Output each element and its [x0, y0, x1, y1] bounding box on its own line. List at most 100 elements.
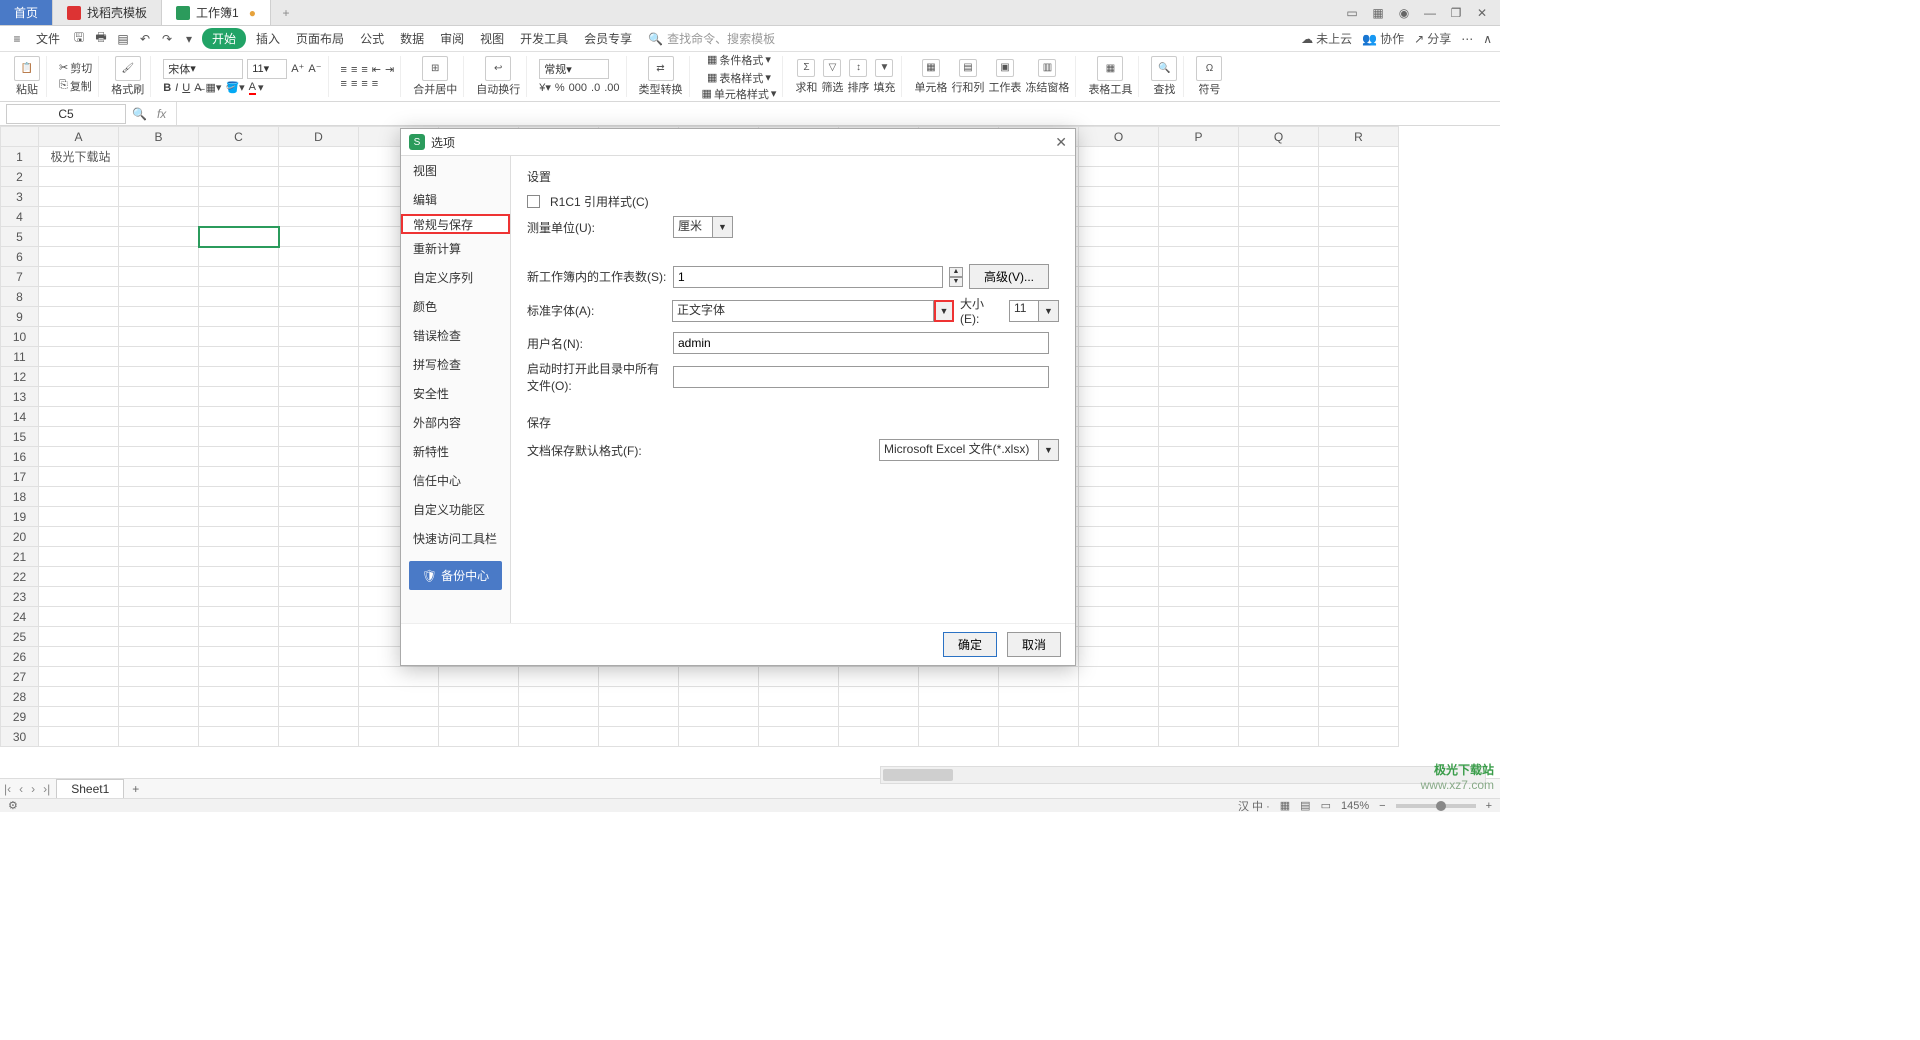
- command-search[interactable]: 🔍 查找命令、搜索模板: [648, 30, 775, 47]
- align-center-icon[interactable]: ≡: [351, 78, 357, 90]
- sidebar-item-spell[interactable]: 拼写检查: [401, 350, 510, 379]
- cell[interactable]: [199, 527, 279, 547]
- chevron-down-icon[interactable]: ▼: [1039, 439, 1059, 461]
- cell[interactable]: [1239, 647, 1319, 667]
- apps-icon[interactable]: ▦: [1370, 5, 1386, 21]
- rowcol-icon[interactable]: ▤: [959, 59, 977, 77]
- cell[interactable]: [199, 627, 279, 647]
- cell[interactable]: [279, 667, 359, 687]
- paste-icon[interactable]: 📋: [14, 56, 40, 81]
- sidebar-item-security[interactable]: 安全性: [401, 379, 510, 408]
- col-header[interactable]: A: [39, 127, 119, 147]
- border-icon[interactable]: ▦▾: [206, 81, 222, 94]
- cell[interactable]: [39, 487, 119, 507]
- table-style-button[interactable]: ▦ 表格样式▾: [707, 70, 771, 86]
- inc-dec-icon[interactable]: .0: [591, 82, 600, 94]
- row-header[interactable]: 24: [1, 607, 39, 627]
- cell[interactable]: [759, 667, 839, 687]
- cell[interactable]: [1319, 487, 1399, 507]
- cell[interactable]: [1159, 567, 1239, 587]
- cell[interactable]: [1159, 147, 1239, 167]
- cell[interactable]: [1079, 207, 1159, 227]
- cell[interactable]: [1319, 167, 1399, 187]
- cell[interactable]: [919, 687, 999, 707]
- menu-page-layout[interactable]: 页面布局: [290, 28, 350, 49]
- align-bottom-icon[interactable]: ≡: [361, 64, 367, 76]
- cell[interactable]: [1079, 667, 1159, 687]
- cell[interactable]: [279, 607, 359, 627]
- cell[interactable]: [279, 367, 359, 387]
- cell[interactable]: [1079, 527, 1159, 547]
- cell[interactable]: [1079, 487, 1159, 507]
- close-icon[interactable]: ✕: [1055, 134, 1067, 151]
- unit-select[interactable]: 厘米▼: [673, 216, 733, 238]
- cell[interactable]: [1239, 607, 1319, 627]
- cell[interactable]: [199, 187, 279, 207]
- menu-start[interactable]: 开始: [202, 28, 246, 49]
- row-header[interactable]: 20: [1, 527, 39, 547]
- cell[interactable]: [199, 227, 279, 247]
- coop-button[interactable]: 👥 协作: [1362, 30, 1404, 47]
- cell[interactable]: [1159, 207, 1239, 227]
- row-header[interactable]: 23: [1, 587, 39, 607]
- cell[interactable]: [1319, 727, 1399, 747]
- col-header[interactable]: P: [1159, 127, 1239, 147]
- cell[interactable]: [199, 647, 279, 667]
- sheets-spinner[interactable]: ▲▼: [949, 267, 963, 287]
- col-header[interactable]: O: [1079, 127, 1159, 147]
- row-header[interactable]: 3: [1, 187, 39, 207]
- cell[interactable]: [1079, 147, 1159, 167]
- cell[interactable]: [1319, 207, 1399, 227]
- rowcol-button[interactable]: 行和列: [951, 79, 984, 95]
- cell[interactable]: [1239, 487, 1319, 507]
- zoom-out-icon[interactable]: −: [1379, 800, 1385, 812]
- sidebar-item-view[interactable]: 视图: [401, 156, 510, 185]
- cell[interactable]: [119, 427, 199, 447]
- cell[interactable]: [1159, 267, 1239, 287]
- zoom-in-icon[interactable]: +: [1486, 800, 1492, 812]
- menu-review[interactable]: 审阅: [434, 28, 470, 49]
- cell[interactable]: [1159, 307, 1239, 327]
- cell[interactable]: [1159, 167, 1239, 187]
- cell[interactable]: [1079, 327, 1159, 347]
- cell[interactable]: [839, 727, 919, 747]
- cell[interactable]: [199, 587, 279, 607]
- filter-icon[interactable]: ▽: [823, 59, 841, 77]
- cell[interactable]: [679, 667, 759, 687]
- cell[interactable]: [1319, 267, 1399, 287]
- backup-center-button[interactable]: 🛡 备份中心: [409, 561, 502, 590]
- symbol-button[interactable]: 符号: [1198, 81, 1220, 97]
- cell[interactable]: [1159, 407, 1239, 427]
- italic-icon[interactable]: I: [175, 82, 178, 94]
- fx-icon[interactable]: 🔍: [132, 107, 147, 121]
- tab-home[interactable]: 首页: [0, 0, 53, 25]
- cell[interactable]: [599, 687, 679, 707]
- cell[interactable]: [119, 667, 199, 687]
- cells-icon[interactable]: ▦: [922, 59, 940, 77]
- cell[interactable]: [1319, 647, 1399, 667]
- justify-icon[interactable]: ≡: [372, 78, 378, 90]
- share-button[interactable]: ↗ 分享: [1414, 30, 1451, 47]
- col-header[interactable]: B: [119, 127, 199, 147]
- select-all[interactable]: [1, 127, 39, 147]
- cell[interactable]: [199, 307, 279, 327]
- cell[interactable]: [39, 687, 119, 707]
- cell[interactable]: [119, 527, 199, 547]
- cell[interactable]: [119, 687, 199, 707]
- align-middle-icon[interactable]: ≡: [351, 64, 357, 76]
- cell[interactable]: [1159, 227, 1239, 247]
- cell[interactable]: [1239, 547, 1319, 567]
- cell[interactable]: [1079, 507, 1159, 527]
- cell[interactable]: [1159, 347, 1239, 367]
- undo-icon[interactable]: ↶: [136, 30, 154, 48]
- cancel-button[interactable]: 取消: [1007, 632, 1061, 657]
- default-font-select[interactable]: 正文字体▼: [672, 300, 954, 322]
- fx-label[interactable]: fx: [157, 107, 166, 121]
- cell[interactable]: [1319, 527, 1399, 547]
- sheet-add[interactable]: +: [124, 782, 147, 796]
- cell[interactable]: [119, 367, 199, 387]
- cell[interactable]: [1239, 687, 1319, 707]
- cell[interactable]: [199, 167, 279, 187]
- cell[interactable]: [759, 687, 839, 707]
- cell[interactable]: [39, 607, 119, 627]
